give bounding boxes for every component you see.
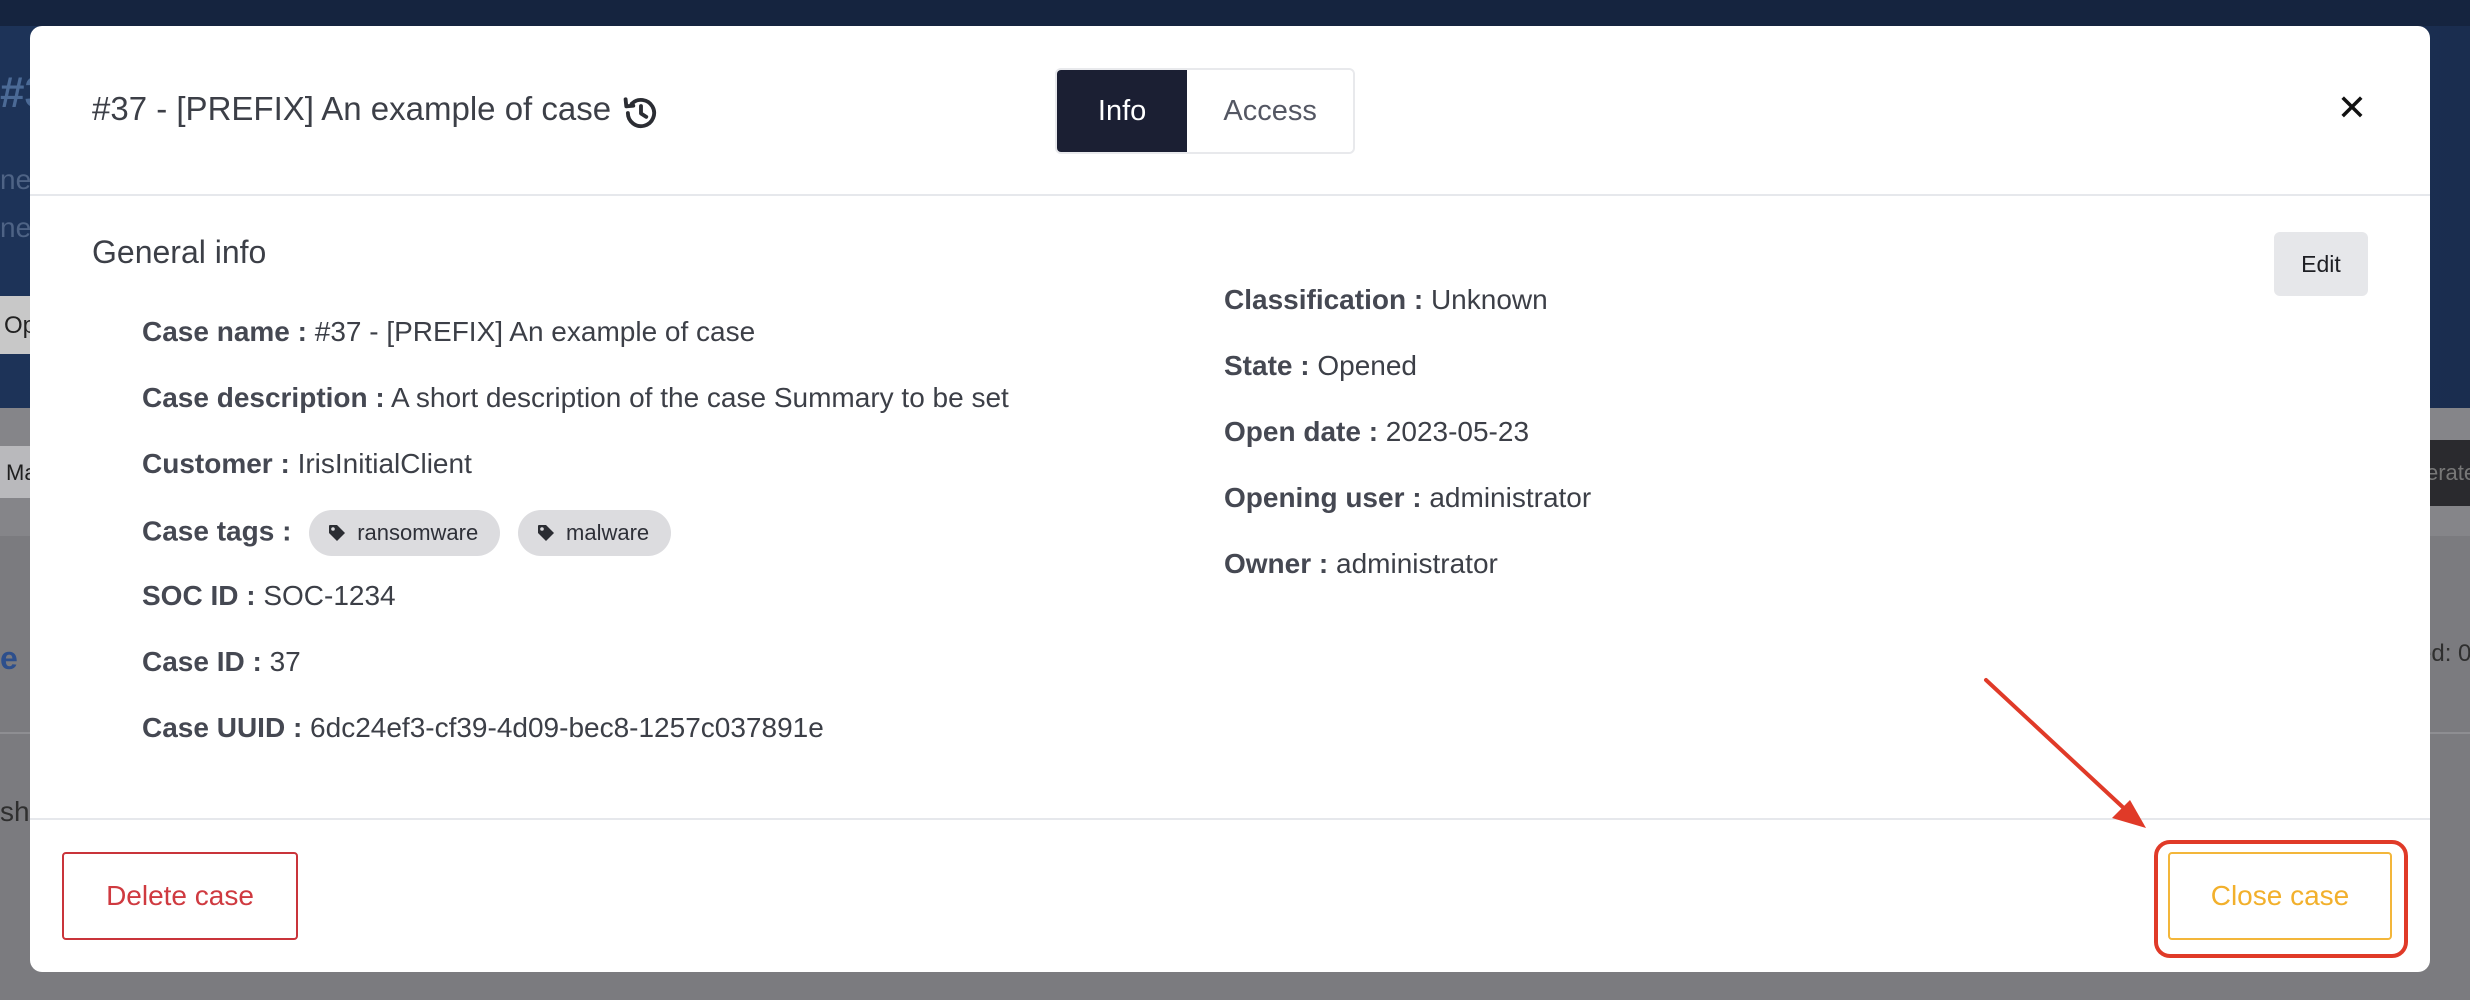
tag-icon [329, 525, 346, 541]
background-top-band [0, 0, 2470, 26]
background-text-fragment: sh [0, 796, 30, 827]
field-label: Case name : [142, 316, 307, 347]
field-value: Opened [1317, 350, 1417, 381]
tag-label: malware [566, 520, 650, 545]
background-text-line: ne [0, 212, 30, 243]
field-value: #37 - [PREFIX] An example of case [314, 316, 756, 347]
field-value: A short description of the case Summary … [390, 382, 1009, 413]
tab-access[interactable]: Access [1187, 70, 1353, 152]
field-value: SOC-1234 [263, 580, 396, 611]
field-label: State : [1224, 350, 1310, 381]
history-icon[interactable] [620, 92, 662, 134]
field-label: SOC ID : [142, 580, 256, 611]
field-classification: Classification : Unknown [1224, 284, 1548, 316]
field-value: administrator [1336, 548, 1498, 579]
delete-case-button[interactable]: Delete case [62, 852, 298, 940]
field-value: 37 [269, 646, 301, 677]
field-value: IrisInitialClient [297, 448, 472, 479]
field-case-uuid: Case UUID : 6dc24ef3-cf39-4d09-bec8-1257… [142, 712, 824, 744]
field-label: Case ID : [142, 646, 262, 677]
close-case-button[interactable]: Close case [2168, 852, 2392, 940]
field-value: 6dc24ef3-cf39-4d09-bec8-1257c037891e [310, 712, 824, 743]
field-case-description: Case description : A short description o… [142, 382, 1009, 414]
tab-info[interactable]: Info [1057, 70, 1188, 152]
section-title: General info [92, 234, 267, 270]
field-label: Case description : [142, 382, 385, 413]
field-value: administrator [1429, 482, 1592, 513]
field-label: Case tags : [142, 515, 292, 547]
field-label: Classification : [1224, 284, 1424, 315]
field-customer: Customer : IrisInitialClient [142, 448, 472, 480]
background-text-line: ne [0, 164, 30, 195]
field-label: Opening user : [1224, 482, 1422, 513]
field-case-tags: Case tags : ransomware malware [142, 510, 672, 556]
tag-chip[interactable]: ransomware [309, 510, 501, 556]
field-opening-user: Opening user : administrator [1224, 482, 1591, 514]
field-label: Owner : [1224, 548, 1329, 579]
background-heading-fragment: e s [0, 640, 28, 676]
modal-tabs: Info Access [1055, 68, 1355, 154]
tag-chip[interactable]: malware [518, 510, 672, 556]
modal-header: #37 - [PREFIX] An example of case Info A… [30, 26, 2430, 196]
field-case-name: Case name : #37 - [PREFIX] An example of… [142, 316, 755, 348]
field-value: Unknown [1430, 284, 1548, 315]
tag-icon [538, 525, 555, 541]
field-case-id: Case ID : 37 [142, 646, 301, 678]
field-state: State : Opened [1224, 350, 1417, 382]
modal-title: #37 - [PREFIX] An example of case [92, 90, 612, 127]
modal-footer-divider [30, 818, 2430, 820]
close-icon[interactable]: ✕ [2328, 84, 2376, 132]
field-label: Case UUID : [142, 712, 303, 743]
edit-button[interactable]: Edit [2274, 232, 2368, 296]
case-info-modal: #37 - [PREFIX] An example of case Info A… [30, 26, 2430, 972]
field-label: Open date : [1224, 416, 1379, 447]
field-value: 2023-05-23 [1385, 416, 1530, 447]
tag-label: ransomware [357, 520, 479, 545]
field-owner: Owner : administrator [1224, 548, 1498, 580]
field-open-date: Open date : 2023-05-23 [1224, 416, 1529, 448]
field-label: Customer : [142, 448, 290, 479]
field-soc-id: SOC ID : SOC-1234 [142, 580, 396, 612]
